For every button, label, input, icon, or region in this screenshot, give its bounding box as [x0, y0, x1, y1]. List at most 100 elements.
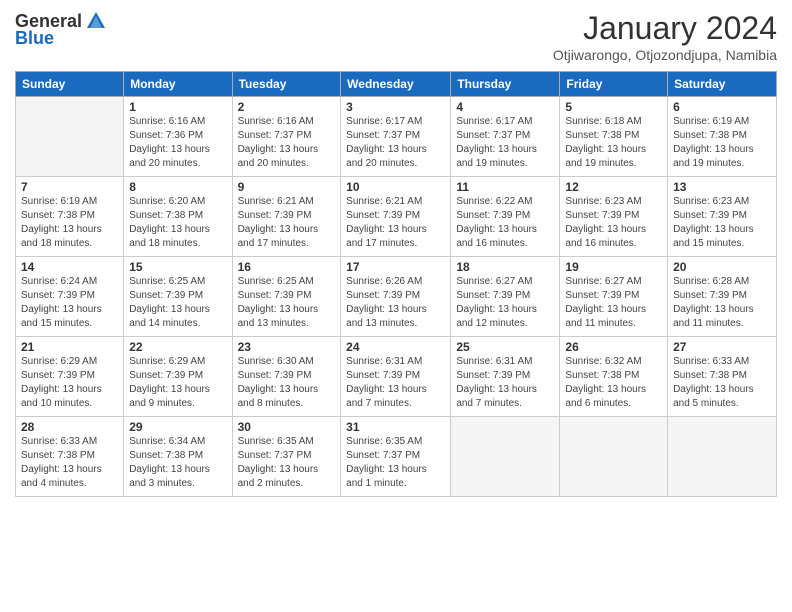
- sunset-text: Sunset: 7:39 PM: [129, 290, 203, 301]
- day-number: 4: [456, 100, 554, 114]
- day-number: 10: [346, 180, 445, 194]
- header-wednesday: Wednesday: [341, 72, 451, 97]
- logo-blue: Blue: [15, 28, 54, 49]
- calendar-cell: [668, 417, 777, 497]
- calendar-cell: 14Sunrise: 6:24 AMSunset: 7:39 PMDayligh…: [16, 257, 124, 337]
- calendar-header-row: Sunday Monday Tuesday Wednesday Thursday…: [16, 72, 777, 97]
- day-detail: Sunrise: 6:29 AMSunset: 7:39 PMDaylight:…: [129, 355, 226, 411]
- sunrise-text: Sunrise: 6:17 AM: [346, 116, 422, 127]
- daylight-text: Daylight: 13 hours and 14 minutes.: [129, 304, 210, 329]
- day-detail: Sunrise: 6:25 AM Sunset: 7:39 PM Daylight:…: [129, 275, 226, 331]
- sunrise-text: Sunrise: 6:31 AM: [346, 356, 422, 367]
- daylight-text: Daylight: 13 hours and 19 minutes.: [673, 144, 754, 169]
- daylight-text: Daylight: 13 hours and 17 minutes.: [346, 224, 427, 249]
- sunset-text: Sunset: 7:39 PM: [673, 290, 747, 301]
- sunrise-text: Sunrise: 6:24 AM: [21, 276, 97, 287]
- calendar-cell: 7Sunrise: 6:19 AMSunset: 7:38 PMDaylight…: [16, 177, 124, 257]
- sunrise-text: Sunrise: 6:17 AM: [456, 116, 532, 127]
- header-saturday: Saturday: [668, 72, 777, 97]
- week-row-5: 28Sunrise: 6:33 AMSunset: 7:38 PMDayligh…: [16, 417, 777, 497]
- sunrise-text: Sunrise: 6:32 AM: [565, 356, 641, 367]
- sunrise-text: Sunrise: 6:33 AM: [673, 356, 749, 367]
- day-detail: Sunrise: 6:19 AMSunset: 7:38 PMDaylight:…: [673, 115, 771, 171]
- day-number: 31: [346, 420, 445, 434]
- week-row-4: 21Sunrise: 6:29 AMSunset: 7:39 PMDayligh…: [16, 337, 777, 417]
- header-monday: Monday: [124, 72, 232, 97]
- sunset-text: Sunset: 7:39 PM: [456, 370, 530, 381]
- day-number: 12: [565, 180, 662, 194]
- sunrise-text: Sunrise: 6:20 AM: [129, 196, 205, 207]
- daylight-text: Daylight: 13 hours and 1 minute.: [346, 464, 427, 489]
- sunset-text: Sunset: 7:38 PM: [21, 210, 95, 221]
- sunrise-text: Sunrise: 6:21 AM: [346, 196, 422, 207]
- sunset-text: Sunset: 7:39 PM: [565, 210, 639, 221]
- calendar-cell: 24 Sunrise: 6:31 AM Sunset: 7:39 PM Dayligh…: [341, 337, 451, 417]
- calendar-cell: 8Sunrise: 6:20 AMSunset: 7:38 PMDaylight…: [124, 177, 232, 257]
- calendar-cell: 16Sunrise: 6:25 AMSunset: 7:39 PMDayligh…: [232, 257, 341, 337]
- day-number: 21: [21, 340, 118, 354]
- day-detail: Sunrise: 6:27 AMSunset: 7:39 PMDaylight:…: [565, 275, 662, 331]
- day-detail: Sunrise: 6:35 AMSunset: 7:37 PMDaylight:…: [346, 435, 445, 491]
- day-detail: Sunrise: 6:27 AMSunset: 7:39 PMDaylight:…: [456, 275, 554, 331]
- calendar-cell: 22Sunrise: 6:29 AMSunset: 7:39 PMDayligh…: [124, 337, 232, 417]
- calendar-cell: [16, 97, 124, 177]
- calendar-table: Sunday Monday Tuesday Wednesday Thursday…: [15, 71, 777, 497]
- day-detail: Sunrise: 6:26 AMSunset: 7:39 PMDaylight:…: [346, 275, 445, 331]
- day-number: 3: [346, 100, 445, 114]
- sunrise-text: Sunrise: 6:18 AM: [565, 116, 641, 127]
- day-detail: Sunrise: 6:21 AMSunset: 7:39 PMDaylight:…: [238, 195, 336, 251]
- daylight-text: Daylight: 13 hours and 10 minutes.: [21, 384, 102, 409]
- calendar-cell: 9Sunrise: 6:21 AMSunset: 7:39 PMDaylight…: [232, 177, 341, 257]
- day-number: 24: [346, 340, 445, 354]
- sunset-text: Sunset: 7:37 PM: [456, 130, 530, 141]
- sunset-text: Sunset: 7:39 PM: [346, 290, 420, 301]
- sunrise-text: Sunrise: 6:29 AM: [21, 356, 97, 367]
- header-friday: Friday: [560, 72, 668, 97]
- header-tuesday: Tuesday: [232, 72, 341, 97]
- day-number: 17: [346, 260, 445, 274]
- calendar-cell: 31Sunrise: 6:35 AMSunset: 7:37 PMDayligh…: [341, 417, 451, 497]
- daylight-text: Daylight: 13 hours and 17 minutes.: [238, 224, 319, 249]
- sunrise-text: Sunrise: 6:35 AM: [238, 436, 314, 447]
- day-detail: Sunrise: 6:23 AMSunset: 7:39 PMDaylight:…: [565, 195, 662, 251]
- day-number: 2: [238, 100, 336, 114]
- daylight-text: Daylight: 13 hours and 6 minutes.: [565, 384, 646, 409]
- day-detail: Sunrise: 6:22 AMSunset: 7:39 PMDaylight:…: [456, 195, 554, 251]
- sunrise-text: Sunrise: 6:28 AM: [673, 276, 749, 287]
- sunset-text: Sunset: 7:39 PM: [456, 290, 530, 301]
- daylight-text: Daylight: 13 hours and 15 minutes.: [21, 304, 102, 329]
- day-detail: Sunrise: 6:35 AMSunset: 7:37 PMDaylight:…: [238, 435, 336, 491]
- sunrise-text: Sunrise: 6:27 AM: [456, 276, 532, 287]
- day-detail: Sunrise: 6:32 AM Sunset: 7:38 PM Daylight:…: [565, 355, 662, 411]
- sunset-text: Sunset: 7:39 PM: [673, 210, 747, 221]
- day-detail: Sunrise: 6:30 AMSunset: 7:39 PMDaylight:…: [238, 355, 336, 411]
- day-number: 27: [673, 340, 771, 354]
- day-detail: Sunrise: 6:33 AMSunset: 7:38 PMDaylight:…: [673, 355, 771, 411]
- calendar-cell: [451, 417, 560, 497]
- day-number: 16: [238, 260, 336, 274]
- sunset-text: Sunset: 7:39 PM: [346, 370, 420, 381]
- month-title: January 2024: [553, 10, 777, 47]
- calendar-cell: 2Sunrise: 6:16 AMSunset: 7:37 PMDaylight…: [232, 97, 341, 177]
- sunset-text: Sunset: 7:38 PM: [565, 370, 639, 381]
- calendar-cell: 10 Sunrise: 6:21 AM Sunset: 7:39 PM Dayligh…: [341, 177, 451, 257]
- title-area: January 2024 Otjiwarongo, Otjozondjupa, …: [553, 10, 777, 63]
- calendar-cell: 5Sunrise: 6:18 AMSunset: 7:38 PMDaylight…: [560, 97, 668, 177]
- day-detail: Sunrise: 6:23 AMSunset: 7:39 PMDaylight:…: [673, 195, 771, 251]
- calendar-cell: 15Sunrise: 6:25 AMSunset: 7:39 PMDayligh…: [124, 257, 232, 337]
- sunset-text: Sunset: 7:39 PM: [456, 210, 530, 221]
- sunset-text: Sunset: 7:38 PM: [673, 370, 747, 381]
- calendar-cell: 1Sunrise: 6:16 AMSunset: 7:36 PMDaylight…: [124, 97, 232, 177]
- calendar-cell: 30Sunrise: 6:35 AMSunset: 7:37 PMDayligh…: [232, 417, 341, 497]
- sunset-text: Sunset: 7:37 PM: [346, 450, 420, 461]
- daylight-text: Daylight: 13 hours and 11 minutes.: [565, 304, 646, 329]
- sunset-text: Sunset: 7:37 PM: [346, 130, 420, 141]
- daylight-text: Daylight: 13 hours and 11 minutes.: [673, 304, 754, 329]
- daylight-text: Daylight: 13 hours and 7 minutes.: [346, 384, 427, 409]
- calendar-cell: 6Sunrise: 6:19 AMSunset: 7:38 PMDaylight…: [668, 97, 777, 177]
- day-number: 6: [673, 100, 771, 114]
- day-detail: Sunrise: 6:16 AMSunset: 7:36 PMDaylight:…: [129, 115, 226, 171]
- day-number: 9: [238, 180, 336, 194]
- sunrise-text: Sunrise: 6:25 AM: [129, 276, 205, 287]
- sunset-text: Sunset: 7:39 PM: [346, 210, 420, 221]
